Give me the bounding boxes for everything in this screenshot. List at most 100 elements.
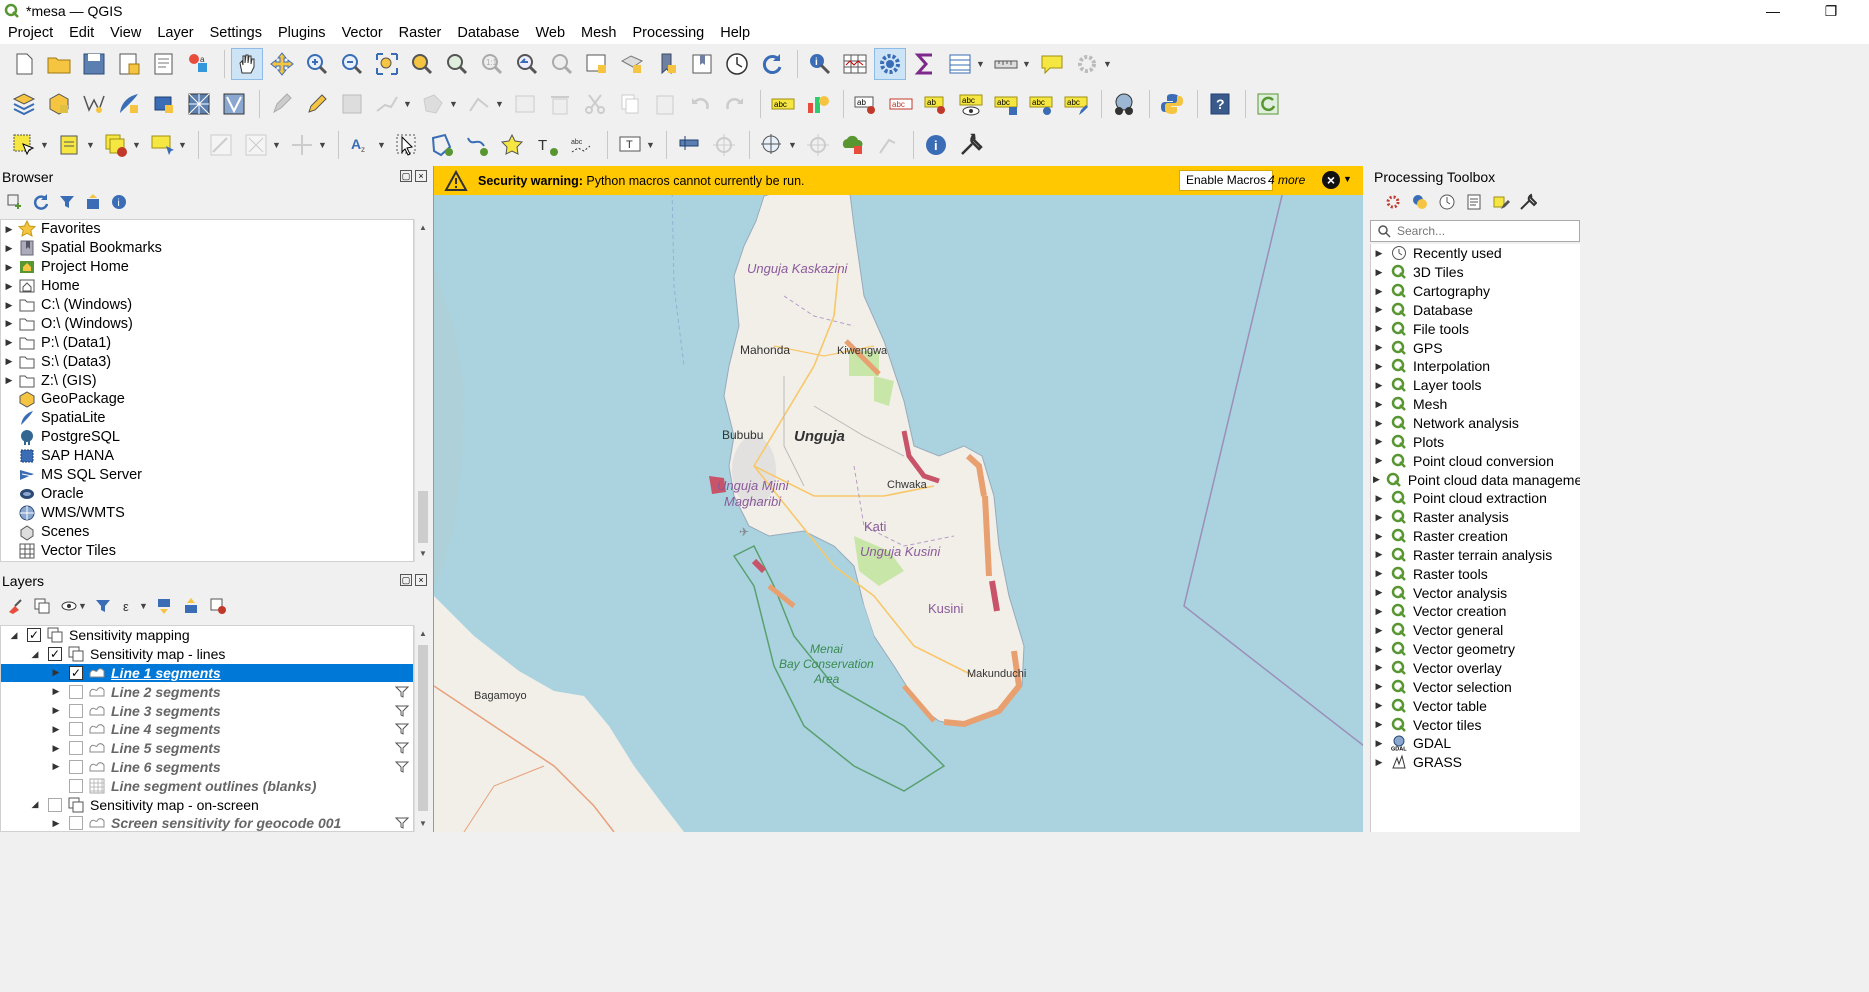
map-canvas[interactable]: ✈ Unguja Kaskazini Mahonda Kiwengwa Bubu… <box>433 166 1363 832</box>
expand-arrow-icon[interactable]: ▶ <box>1373 493 1385 504</box>
chevron-down-icon[interactable]: ▼ <box>272 140 282 150</box>
select-by-value-button[interactable] <box>54 129 86 161</box>
zoom-next-button[interactable] <box>546 48 578 80</box>
scroll-thumb[interactable] <box>418 645 428 811</box>
advanced-digitize-button[interactable] <box>205 129 237 161</box>
chevron-down-icon[interactable]: ▼ <box>86 140 96 150</box>
python-scripts-icon[interactable] <box>1409 191 1431 213</box>
chevron-down-icon[interactable]: ▼ <box>318 140 328 150</box>
layer-group-row[interactable]: ◢ ✓ Sensitivity map - lines <box>1 645 413 664</box>
browser-item[interactable]: Vector Tiles <box>1 541 413 560</box>
layer-group-row[interactable]: ◢ ✓ Sensitivity mapping <box>1 626 413 645</box>
browser-item[interactable]: SpatiaLite <box>1 409 413 428</box>
processing-provider-item[interactable]: ▶ Point cloud data management <box>1371 470 1580 489</box>
browser-item[interactable]: PostgreSQL <box>1 428 413 447</box>
quickosm-button[interactable] <box>1108 88 1140 120</box>
chevron-down-icon[interactable]: ▼ <box>1022 59 1032 69</box>
open-project-button[interactable] <box>43 48 75 80</box>
expand-arrow-icon[interactable]: ▶ <box>3 356 15 367</box>
scroll-down-icon[interactable]: ▼ <box>415 815 431 832</box>
chevron-down-icon[interactable]: ▼ <box>403 99 413 109</box>
chevron-down-icon[interactable]: ▼ <box>1343 174 1352 184</box>
filter-icon[interactable] <box>395 722 409 736</box>
processing-provider-item[interactable]: ▶ Plots <box>1371 432 1580 451</box>
copy-features-button[interactable] <box>614 88 646 120</box>
filter-icon[interactable] <box>395 741 409 755</box>
expand-arrow-icon[interactable]: ▶ <box>49 743 63 754</box>
delete-selected-button[interactable] <box>544 88 576 120</box>
models-gear-icon[interactable] <box>1382 191 1404 213</box>
browser-item[interactable]: Oracle <box>1 484 413 503</box>
layer-diagram-button[interactable] <box>802 88 834 120</box>
new-geopackage-layer-button[interactable] <box>43 88 75 120</box>
deselect-features-button[interactable] <box>100 129 132 161</box>
options-wrench-icon[interactable] <box>1517 191 1539 213</box>
scroll-up-icon[interactable]: ▲ <box>415 219 431 236</box>
filter-icon[interactable] <box>395 760 409 774</box>
snap-tool-button[interactable] <box>872 129 904 161</box>
zoom-out-button[interactable] <box>336 48 368 80</box>
results-viewer-icon[interactable] <box>1463 191 1485 213</box>
add-layer-icon[interactable] <box>4 191 26 213</box>
expand-arrow-icon[interactable]: ▶ <box>1373 286 1385 297</box>
toggle-editing-button[interactable] <box>301 88 333 120</box>
info-button[interactable]: i <box>920 129 952 161</box>
expand-arrow-icon[interactable]: ▶ <box>1373 625 1385 636</box>
chevron-down-icon[interactable]: ▼ <box>78 601 88 611</box>
create-text-along-line-button[interactable]: abc <box>566 129 598 161</box>
layer-row[interactable]: ▶ Line 4 segments <box>1 720 413 739</box>
minimize-button[interactable]: — <box>1750 0 1796 22</box>
new-print-layout-button[interactable] <box>113 48 145 80</box>
expand-arrow-icon[interactable]: ▶ <box>1373 267 1385 278</box>
expand-arrow-icon[interactable]: ▶ <box>1373 606 1385 617</box>
layer-row[interactable]: Line segment outlines (blanks) <box>1 776 413 795</box>
expand-arrow-icon[interactable]: ▶ <box>1373 380 1385 391</box>
processing-provider-item[interactable]: ▶ Raster analysis <box>1371 508 1580 527</box>
geometry-checker-button[interactable] <box>756 129 788 161</box>
expand-arrow-icon[interactable]: ▶ <box>49 705 63 716</box>
processing-provider-item[interactable]: ▶ Interpolation <box>1371 357 1580 376</box>
scroll-down-icon[interactable]: ▼ <box>415 545 431 562</box>
layer-row[interactable]: ▶ Line 2 segments <box>1 682 413 701</box>
filter-expression-icon[interactable]: ε <box>119 595 141 617</box>
layer-row[interactable]: ▶ Line 6 segments <box>1 758 413 777</box>
data-source-manager-button[interactable] <box>8 88 40 120</box>
processing-provider-item[interactable]: ▶ Vector general <box>1371 621 1580 640</box>
browser-item[interactable]: ▶ Home <box>1 277 413 296</box>
menu-plugins[interactable]: Plugins <box>270 23 334 43</box>
chevron-down-icon[interactable]: ▼ <box>377 140 387 150</box>
menu-mesh[interactable]: Mesh <box>573 23 624 43</box>
filter-icon[interactable] <box>395 704 409 718</box>
collapse-all-icon[interactable] <box>82 191 104 213</box>
new-virtual-layer-button[interactable] <box>148 88 180 120</box>
expand-all-icon[interactable] <box>153 595 175 617</box>
browser-item[interactable]: GeoPackage <box>1 390 413 409</box>
annotations-button[interactable] <box>1071 48 1103 80</box>
processing-provider-item[interactable]: ▶ Point cloud conversion <box>1371 451 1580 470</box>
processing-provider-item[interactable]: ▶ 3D Tiles <box>1371 263 1580 282</box>
expand-arrow-icon[interactable]: ▶ <box>3 243 15 254</box>
select-annotation-button[interactable] <box>391 129 423 161</box>
layer-row[interactable]: ▶ ✓ Line 1 segments <box>1 663 413 683</box>
expand-arrow-icon[interactable]: ◢ <box>7 630 21 641</box>
chevron-down-icon[interactable]: ▼ <box>40 140 50 150</box>
menu-settings[interactable]: Settings <box>202 23 270 43</box>
digitize-line-button[interactable] <box>371 88 403 120</box>
layer-visibility-checkbox[interactable]: ✓ <box>48 647 62 662</box>
layer-row[interactable]: ▶ Line 5 segments <box>1 739 413 758</box>
zoom-in-button[interactable] <box>301 48 333 80</box>
plugin-reloader-button[interactable] <box>1252 88 1284 120</box>
expand-arrow-icon[interactable]: ▶ <box>3 300 15 311</box>
chevron-down-icon[interactable]: ▼ <box>178 140 188 150</box>
processing-provider-item[interactable]: ▶ Vector table <box>1371 696 1580 715</box>
filter-icon[interactable] <box>56 191 78 213</box>
expand-arrow-icon[interactable]: ▶ <box>1373 757 1385 768</box>
expand-arrow-icon[interactable]: ▶ <box>1373 399 1385 410</box>
menu-raster[interactable]: Raster <box>391 23 450 43</box>
expand-arrow-icon[interactable]: ▶ <box>1373 474 1380 485</box>
zoom-native-button[interactable]: 1:1 <box>476 48 508 80</box>
help-button[interactable]: ? <box>1204 88 1236 120</box>
browser-item[interactable]: ▶ S:\ (Data3) <box>1 352 413 371</box>
enable-macros-button[interactable]: Enable Macros <box>1179 170 1274 191</box>
pan-map-button[interactable] <box>231 48 263 80</box>
